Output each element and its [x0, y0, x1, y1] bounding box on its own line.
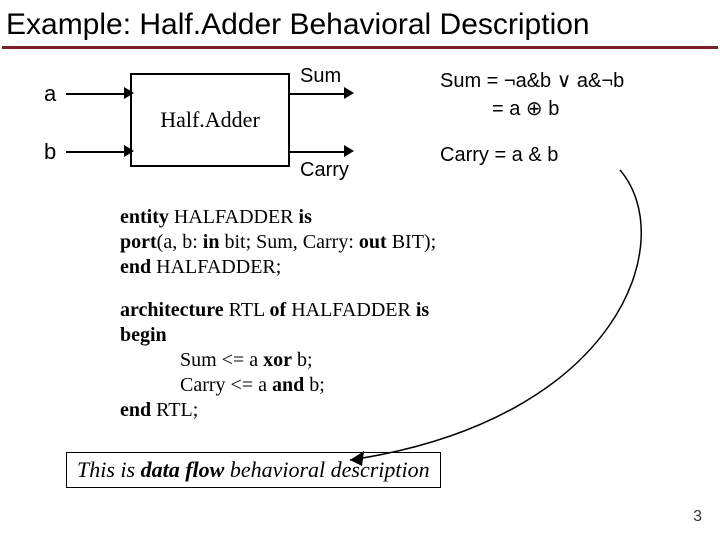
- slide-title: Example: Half.Adder Behavioral Descripti…: [0, 0, 720, 46]
- input-label-b: b: [44, 139, 56, 165]
- page-number: 3: [693, 508, 702, 526]
- block-diagram: a b Half.Adder Sum Carry Sum = ¬a&b ∨ a&…: [0, 67, 720, 197]
- eq-sum-1: Sum = ¬a&b ∨ a&¬b: [440, 67, 624, 95]
- eq-sum-2: = a ⊕ b: [440, 95, 624, 123]
- vhdl-entity: entity HALFADDER is port(a, b: in bit; S…: [120, 205, 720, 280]
- callout-emph: data flow: [141, 457, 225, 482]
- halfadder-block: Half.Adder: [130, 73, 290, 167]
- title-underline: [2, 46, 718, 49]
- wire-b: [66, 151, 130, 153]
- wire-a: [66, 93, 130, 95]
- output-label-sum: Sum: [300, 65, 341, 88]
- callout-box: This is data flow behavioral description: [66, 452, 441, 488]
- wire-sum: [290, 93, 350, 95]
- output-label-carry: Carry: [300, 159, 349, 182]
- block-label: Half.Adder: [132, 107, 288, 133]
- input-label-a: a: [44, 81, 56, 107]
- equations: Sum = ¬a&b ∨ a&¬b = a ⊕ b Carry = a & b: [440, 67, 624, 169]
- callout-post: behavioral description: [224, 457, 429, 482]
- eq-carry: Carry = a & b: [440, 141, 624, 169]
- arrow-sum: [344, 87, 354, 99]
- arrow-carry: [344, 145, 354, 157]
- callout-pre: This is: [77, 457, 141, 482]
- vhdl-architecture: architecture RTL of HALFADDER is begin S…: [120, 298, 720, 423]
- wire-carry: [290, 151, 350, 153]
